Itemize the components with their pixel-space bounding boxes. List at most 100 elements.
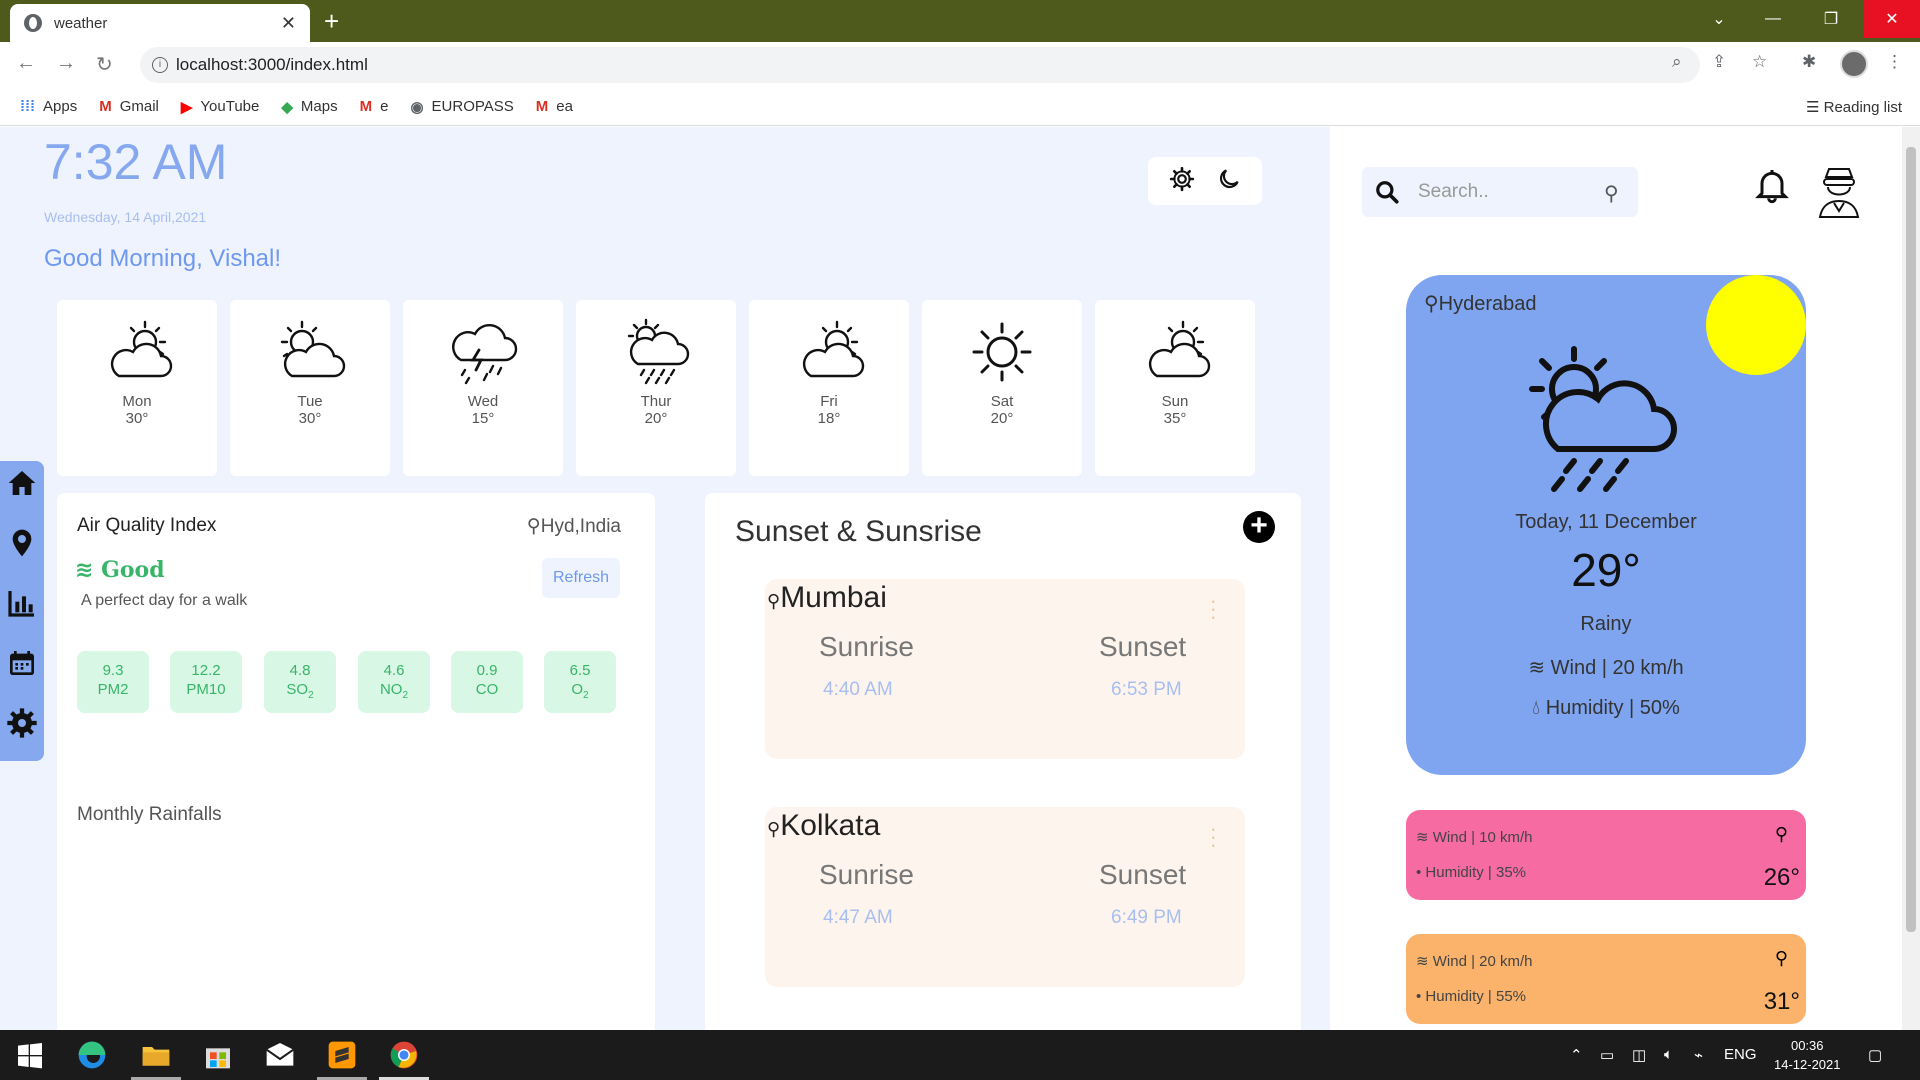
show-hidden-icons-icon[interactable]: ⌃ <box>1570 1046 1583 1064</box>
forecast-day: Mon <box>122 393 152 410</box>
bookmark-e[interactable]: Me <box>360 98 389 115</box>
home-icon[interactable] <box>6 467 38 504</box>
sun-cloud-icon <box>802 320 865 378</box>
mini-humidity: • Humidity | 35% <box>1416 864 1527 881</box>
forecast-card[interactable]: Tue 30° <box>230 300 390 476</box>
sun-cloud-rain-icon <box>1529 346 1677 492</box>
sun-rain-icon <box>627 318 690 385</box>
bookmark-gmail[interactable]: M Gmail <box>99 98 159 115</box>
tab-search-icon[interactable]: ⌄ <box>1696 0 1742 38</box>
window-close-button[interactable]: ✕ <box>1864 0 1920 38</box>
wind-icon: ≋ <box>75 558 102 583</box>
zoom-icon[interactable]: ⌕ <box>1672 52 1682 72</box>
forecast-card[interactable]: Sat 20° <box>922 300 1082 476</box>
bookmark-apps[interactable]: ⁞⁞⁞ Apps <box>20 98 77 115</box>
aqi-description: A perfect day for a walk <box>81 592 248 609</box>
notification-bell-icon[interactable] <box>1752 163 1792 212</box>
forecast-card[interactable]: Thur 20° <box>576 300 736 476</box>
menu-icon[interactable]: ⋮ <box>1886 52 1903 72</box>
current-time: 7:32 AM <box>44 134 228 190</box>
pollutant-pill: 9.3 PM2 <box>77 651 149 713</box>
input-language[interactable]: ENG <box>1724 1046 1757 1063</box>
close-tab-icon[interactable]: ✕ <box>281 13 296 34</box>
file-explorer-icon[interactable] <box>140 1039 172 1071</box>
dark-mode-moon-icon[interactable] <box>1216 166 1242 197</box>
sun-icon <box>972 322 1032 382</box>
minimize-button[interactable]: — <box>1750 0 1796 38</box>
mail-icon[interactable] <box>264 1039 296 1071</box>
bookmark-ea[interactable]: Mea <box>536 98 573 115</box>
network-icon[interactable]: ◫ <box>1632 1046 1646 1064</box>
main-area: 7:32 AM Wednesday, 14 April,2021 Good Mo… <box>0 127 1330 1030</box>
reading-list[interactable]: ☰ Reading list <box>1806 98 1902 116</box>
current-location: ⚲Hyderabad <box>1424 293 1537 315</box>
chart-icon[interactable] <box>6 587 38 624</box>
action-center-icon[interactable]: ▢ <box>1868 1046 1882 1064</box>
location-pin-icon[interactable]: ⚲ <box>1604 181 1619 206</box>
bookmark-youtube[interactable]: ▶ YouTube <box>181 98 260 116</box>
windows-start-icon[interactable] <box>14 1039 46 1071</box>
bookmark-star-icon[interactable]: ☆ <box>1752 52 1767 72</box>
microsoft-store-icon[interactable] <box>202 1039 234 1071</box>
restore-button[interactable]: ❐ <box>1808 0 1854 38</box>
maps-icon: ◆ <box>281 98 293 116</box>
calendar-icon[interactable] <box>6 647 38 684</box>
settings-gear-icon[interactable] <box>1169 166 1195 197</box>
url-input[interactable]: i localhost:3000/index.html <box>140 47 1700 83</box>
bookmark-europass[interactable]: ◉ EUROPASS <box>410 98 513 116</box>
city-weather-mini-card[interactable]: ≋ Wind | 10 km/h • Humidity | 35% ⚲ 26° <box>1406 810 1806 900</box>
share-icon[interactable]: ⇪ <box>1712 52 1726 72</box>
search-placeholder: Search.. <box>1418 181 1489 202</box>
sunset-time: 6:53 PM <box>1111 679 1182 700</box>
scrollbar-thumb[interactable] <box>1906 147 1916 932</box>
more-options-icon[interactable]: · · · <box>1210 818 1217 856</box>
current-date: Wednesday, 14 April,2021 <box>44 209 207 225</box>
site-info-icon[interactable]: i <box>152 57 168 73</box>
reload-icon[interactable]: ↻ <box>96 52 113 77</box>
location-pin-icon[interactable] <box>6 527 38 564</box>
volume-icon[interactable]: 🔈︎ <box>1664 1046 1673 1063</box>
add-city-button[interactable]: + <box>1243 511 1275 543</box>
chrome-browser-icon[interactable] <box>388 1039 420 1071</box>
user-avatar-icon[interactable] <box>1814 163 1864 223</box>
settings-gear-icon[interactable] <box>6 707 38 744</box>
new-tab-button[interactable]: + <box>324 8 339 34</box>
forecast-card[interactable]: Mon 30° <box>57 300 217 476</box>
bookmark-maps[interactable]: ◆ Maps <box>281 98 337 116</box>
forecast-card[interactable]: Sun 35° <box>1095 300 1255 476</box>
edge-browser-icon[interactable] <box>76 1039 108 1071</box>
wind-icon: ≋ <box>1528 657 1551 679</box>
battery-icon[interactable]: ▭ <box>1600 1046 1614 1064</box>
search-input[interactable]: Search.. ⚲ <box>1362 167 1638 217</box>
globe-icon <box>24 14 42 32</box>
side-navigation <box>0 461 44 761</box>
forecast-day: Sun <box>1161 393 1189 410</box>
taskbar-clock[interactable]: 00:36 14-12-2021 <box>1774 1036 1841 1074</box>
location-pin-icon: ⚲ <box>1774 948 1788 968</box>
back-icon[interactable]: ← <box>16 52 36 75</box>
forward-icon[interactable]: → <box>56 52 76 75</box>
gmail-icon: M <box>359 98 373 115</box>
current-date: Today, 11 December <box>1515 511 1697 533</box>
refresh-button[interactable]: Refresh <box>542 558 620 598</box>
more-options-icon[interactable]: · · · <box>1210 590 1217 628</box>
pollutant-pill: 12.2 PM10 <box>170 651 242 713</box>
location-pin-icon: ⚲ <box>767 591 781 611</box>
forecast-temp: 30° <box>125 410 149 427</box>
page-scrollbar[interactable] <box>1902 127 1920 1030</box>
sublime-text-icon[interactable] <box>326 1039 358 1071</box>
forecast-temp: 30° <box>298 410 322 427</box>
monthly-rainfall-card: Monthly Rainfalls <box>57 780 655 1030</box>
forecast-card[interactable]: Fri 18° <box>749 300 909 476</box>
forecast-card[interactable]: Wed 15° <box>403 300 563 476</box>
profile-avatar[interactable] <box>1840 50 1868 78</box>
address-bar: ← → ↻ i localhost:3000/index.html ⌕ ⇪ ☆ … <box>0 42 1920 88</box>
city-weather-mini-card[interactable]: ≋ Wind | 20 km/h • Humidity | 55% ⚲ 31° <box>1406 934 1806 1024</box>
mini-temperature: 31° <box>1763 988 1800 1015</box>
browser-tab[interactable]: weather ✕ <box>10 4 310 42</box>
mini-wind: ≋ Wind | 20 km/h <box>1416 953 1533 970</box>
forecast-temp: 18° <box>817 410 841 427</box>
notification-status-icon[interactable]: ⌁ <box>1694 1046 1703 1064</box>
extensions-icon[interactable]: ✱ <box>1802 52 1816 72</box>
apps-grid-icon: ⁞⁞⁞ <box>20 98 35 115</box>
